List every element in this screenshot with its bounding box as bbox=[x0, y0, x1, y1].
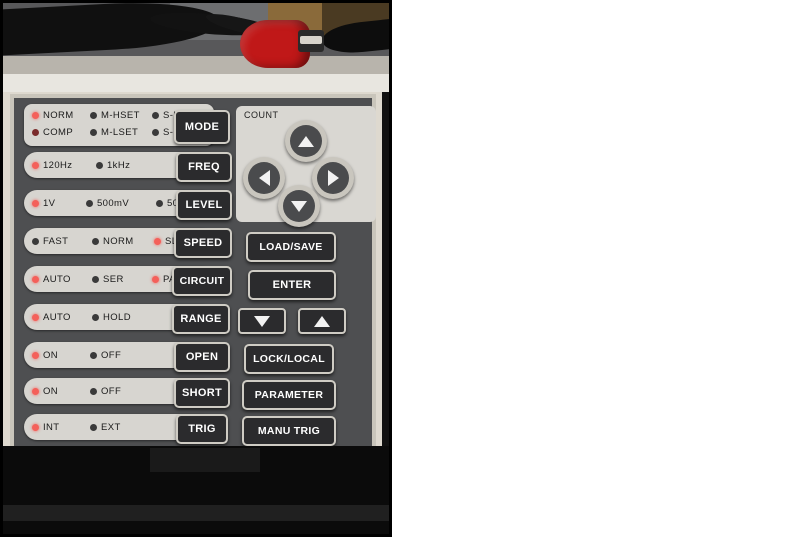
photo-frame-border bbox=[0, 0, 392, 537]
leader-lines bbox=[392, 0, 800, 537]
callout-diagram: VIỆT NAM HIOKI 0901.940.968 bbox=[392, 0, 800, 537]
instrument-photo: NORM M-HSET S-HSET COMP M-LSET S-LSET bbox=[0, 0, 392, 537]
screenshot-root: NORM M-HSET S-HSET COMP M-LSET S-LSET bbox=[0, 0, 800, 537]
